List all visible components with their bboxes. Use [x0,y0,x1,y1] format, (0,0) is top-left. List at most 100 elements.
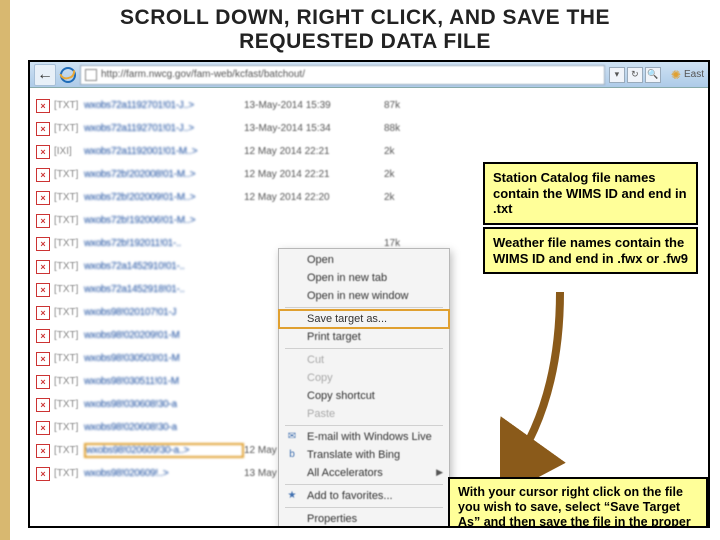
menu-item-label: Translate with Bing [307,449,400,461]
callout-weather-files: Weather file names contain the WIMS ID a… [483,227,698,274]
file-name-link[interactable]: wxobs72b!202008!01-M..> [84,169,244,180]
broken-image-icon: × [36,122,50,136]
file-name-link[interactable]: wxobs72b!192006!01-M..> [84,215,244,226]
file-name-link[interactable]: wxobs72b!202009!01-M..> [84,192,244,203]
menu-item-label: Cut [307,354,324,366]
file-row[interactable]: ×[IXI]wxobs72a1192001!01-M..>12 May 2014… [30,140,708,163]
menu-item: Paste [279,405,449,423]
broken-image-icon: × [36,444,50,458]
broken-image-icon: × [36,99,50,113]
menu-item[interactable]: All Accelerators ▶ [279,464,449,482]
menu-item[interactable]: Open in new window [279,287,449,305]
file-type-label: [TXT] [54,215,84,226]
menu-item-label: Copy [307,372,333,384]
file-name-link[interactable]: wxobs98!020107!01-J [84,307,244,318]
file-row[interactable]: ×[TXT]wxobs72a1192701!01-J..>13-May-2014… [30,94,708,117]
file-row[interactable]: ×[TXT]wxobs72a1192701!01-J..>13-May-2014… [30,117,708,140]
file-date: 12 May 2014 22:21 [244,169,384,180]
submenu-arrow-icon: ▶ [436,467,443,478]
menu-item[interactable]: ✉ E-mail with Windows Live [279,428,449,446]
broken-image-icon: × [36,329,50,343]
file-type-label: [TXT] [54,192,84,203]
file-size: 2k [384,169,434,180]
file-name-link[interactable]: wxobs72a1452918!01-.. [84,284,244,295]
file-type-label: [TXT] [54,468,84,479]
menu-item[interactable]: Open [279,251,449,269]
browser-toolbar: ← http://farm.nwcg.gov/fam-web/kcfast/ba… [30,62,708,88]
dropdown-icon[interactable]: ▾ [609,67,625,83]
menu-item[interactable]: Copy shortcut [279,387,449,405]
file-name-link[interactable]: wxobs98!020608!30-a [84,422,244,433]
file-name-link[interactable]: wxobs72b!192011!01-.. [84,238,244,249]
menu-item-label: E-mail with Windows Live [307,431,432,443]
broken-image-icon: × [36,145,50,159]
broken-image-icon: × [36,352,50,366]
file-name-link[interactable]: wxobs98!020609!..> [84,468,244,479]
menu-item-icon: ★ [285,490,299,504]
file-name-link[interactable]: wxobs98!020209!01-M [84,330,244,341]
broken-image-icon: × [36,375,50,389]
file-type-label: [TXT] [54,422,84,433]
context-menu: Open Open in new tab Open in new window Sav… [278,248,450,528]
broken-image-icon: × [36,398,50,412]
menu-separator [285,425,443,426]
menu-separator [285,484,443,485]
address-bar[interactable]: http://farm.nwcg.gov/fam-web/kcfast/batc… [80,65,605,85]
file-name-link[interactable]: wxobs72a1192701!01-J..> [84,123,244,134]
menu-item-label: Save target as... [307,313,387,325]
file-date: 13-May-2014 15:39 [244,100,384,111]
menu-item[interactable]: Open in new tab [279,269,449,287]
file-type-label: [TXT] [54,399,84,410]
menu-item: Cut [279,351,449,369]
menu-item-label: Open in new tab [307,272,387,284]
broken-image-icon: × [36,467,50,481]
file-type-label: [TXT] [54,376,84,387]
file-date: 12 May 2014 22:20 [244,192,384,203]
page-icon [85,69,97,81]
broken-image-icon: × [36,191,50,205]
menu-item[interactable]: bTranslate with Bing [279,446,449,464]
menu-item-label: Add to favorites... [307,490,393,502]
menu-item[interactable]: Properties [279,510,449,528]
menu-item[interactable]: Save target as... [279,310,449,328]
file-size: 2k [384,192,434,203]
menu-item-icon: ✉ [285,431,299,445]
menu-item-label: Open [307,254,334,266]
file-name-link[interactable]: wxobs98!030608!30-a [84,399,244,410]
file-type-label: [TXT] [54,238,84,249]
refresh-icon[interactable]: ↻ [627,67,643,83]
broken-image-icon: × [36,237,50,251]
file-type-label: [IXI] [54,146,84,157]
file-name-link[interactable]: wxobs72a1192701!01-J..> [84,100,244,111]
east-label: East [684,69,704,80]
callout-instructions: With your cursor right click on the file… [448,477,708,528]
menu-item-label: Copy shortcut [307,390,375,402]
url-text: http://farm.nwcg.gov/fam-web/kcfast/batc… [101,69,305,80]
file-type-label: [TXT] [54,353,84,364]
file-name-link[interactable]: wxobs72a1192001!01-M..> [84,146,244,157]
file-size: 88k [384,123,434,134]
menu-separator [285,307,443,308]
file-name-link[interactable]: wxobs98!030503!01-M [84,353,244,364]
menu-item[interactable]: Print target [279,328,449,346]
file-type-label: [TXT] [54,261,84,272]
menu-item-label: Print target [307,331,361,343]
file-name-link[interactable]: wxobs72a1452910!01-.. [84,261,244,272]
broken-image-icon: × [36,283,50,297]
file-size: 87k [384,100,434,111]
file-name-link[interactable]: wxobs98!030511!01-M [84,376,244,387]
search-icon[interactable]: 🔍 [645,67,661,83]
callout-station-catalog: Station Catalog file names contain the W… [483,162,698,225]
compass-icon: ✺ [671,68,681,82]
file-type-label: [TXT] [54,284,84,295]
broken-image-icon: × [36,260,50,274]
back-button[interactable]: ← [34,64,56,86]
file-type-label: [TXT] [54,123,84,134]
menu-item-label: Open in new window [307,290,409,302]
broken-image-icon: × [36,306,50,320]
file-name-link[interactable]: wxobs98!020609!30-a..> [84,443,244,458]
menu-item-label: Paste [307,408,335,420]
menu-item: Copy [279,369,449,387]
menu-item[interactable]: ★ Add to favorites... [279,487,449,505]
menu-item-label: All Accelerators [307,467,383,479]
